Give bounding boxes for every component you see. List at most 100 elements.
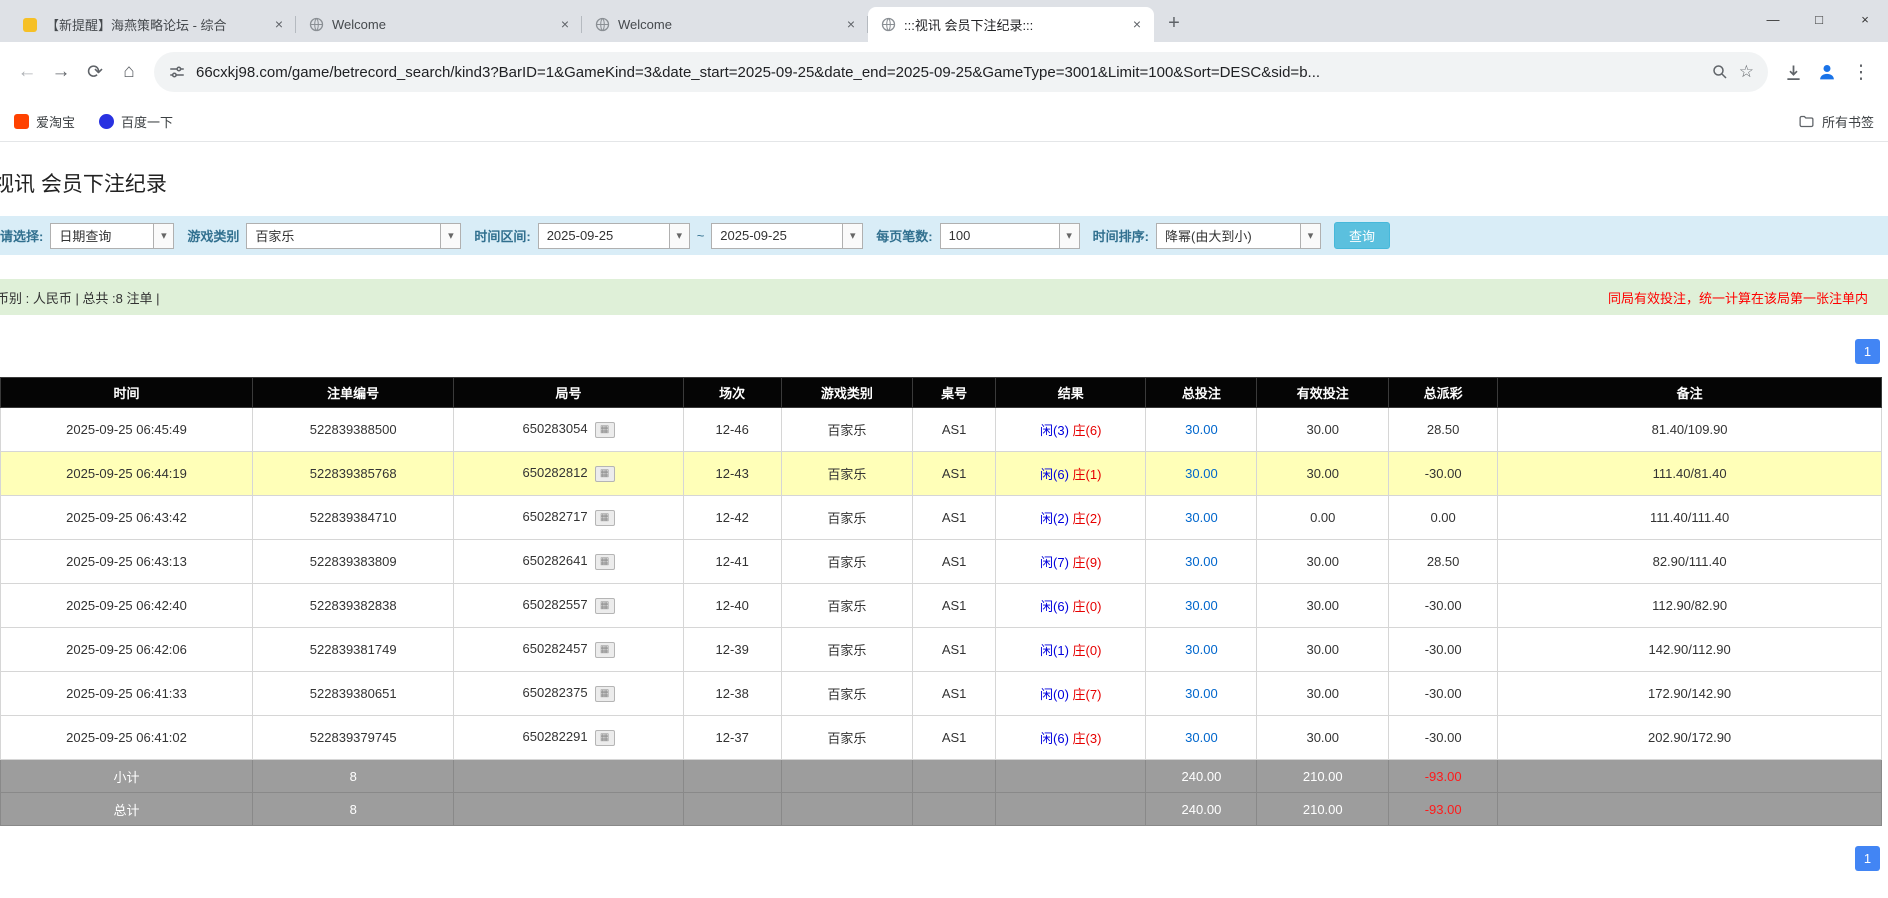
maximize-button[interactable]: □: [1796, 0, 1842, 38]
round-id-value: 650282557: [523, 597, 588, 612]
col-game-type: 游戏类别: [781, 378, 913, 408]
total-bet-link[interactable]: 30.00: [1185, 554, 1218, 569]
page-title: 视讯 会员下注纪录: [0, 168, 1888, 198]
total-bet-link[interactable]: 30.00: [1185, 642, 1218, 657]
cell-table-no: AS1: [913, 672, 996, 716]
cell-total-bet: 30.00: [1146, 408, 1257, 452]
sort-value: 降幂(由大到小): [1157, 224, 1300, 248]
back-icon[interactable]: ←: [10, 55, 44, 89]
tab-welcome-2[interactable]: Welcome ×: [582, 7, 868, 42]
query-type-label: 请选择:: [0, 226, 43, 245]
round-detail-icon[interactable]: ▦: [595, 466, 615, 482]
zoom-icon[interactable]: [1711, 63, 1729, 81]
chevron-down-icon[interactable]: ▾: [669, 224, 689, 248]
round-id-value: 650282717: [523, 509, 588, 524]
col-note: 备注: [1498, 378, 1882, 408]
round-detail-icon[interactable]: ▦: [595, 642, 615, 658]
chevron-down-icon[interactable]: ▾: [153, 224, 173, 248]
tab-forum[interactable]: 【新提醒】海燕策略论坛 - 综合 ×: [10, 7, 296, 42]
menu-icon[interactable]: ⋮: [1844, 55, 1878, 89]
address-bar[interactable]: 66cxkj98.com/game/betrecord_search/kind3…: [154, 52, 1768, 92]
chevron-down-icon[interactable]: ▾: [842, 224, 862, 248]
cell-game-type: 百家乐: [781, 584, 913, 628]
col-payout: 总派彩: [1389, 378, 1498, 408]
reload-icon[interactable]: ⟳: [78, 55, 112, 89]
cell-game-type: 百家乐: [781, 540, 913, 584]
cell-note: 111.40/111.40: [1498, 496, 1882, 540]
url-text[interactable]: 66cxkj98.com/game/betrecord_search/kind3…: [196, 64, 1701, 81]
query-type-select[interactable]: 日期查询 ▾: [50, 223, 174, 249]
total-bet-link[interactable]: 30.00: [1185, 466, 1218, 481]
downloads-icon[interactable]: [1776, 55, 1810, 89]
table-row: 2025-09-25 06:42:06 522839381749 6502824…: [1, 628, 1882, 672]
search-button[interactable]: 查询: [1334, 222, 1390, 249]
cell-bet-id: 522839379745: [253, 716, 454, 760]
cell-game-type: 百家乐: [781, 452, 913, 496]
subtotal-count: 8: [253, 760, 454, 793]
cell-total-bet: 30.00: [1146, 628, 1257, 672]
chevron-down-icon[interactable]: ▾: [1300, 224, 1320, 248]
page-size-select[interactable]: 100 ▾: [940, 223, 1080, 249]
all-bookmarks-button[interactable]: 所有书签: [1798, 112, 1874, 131]
cell-payout: -30.00: [1389, 716, 1498, 760]
tab-close-icon[interactable]: ×: [1128, 16, 1146, 34]
site-settings-icon[interactable]: [168, 63, 186, 81]
round-detail-icon[interactable]: ▦: [595, 598, 615, 614]
result-player: 闲(7): [1040, 555, 1069, 570]
cell-session: 12-41: [683, 540, 781, 584]
home-icon[interactable]: ⌂: [112, 55, 146, 89]
cell-total-bet: 30.00: [1146, 716, 1257, 760]
total-bet-link[interactable]: 30.00: [1185, 510, 1218, 525]
tab-welcome-1[interactable]: Welcome ×: [296, 7, 582, 42]
minimize-button[interactable]: —: [1750, 0, 1796, 38]
sort-select[interactable]: 降幂(由大到小) ▾: [1156, 223, 1321, 249]
date-end-select[interactable]: 2025-09-25 ▾: [711, 223, 863, 249]
chevron-down-icon[interactable]: ▾: [440, 224, 460, 248]
window-close-button[interactable]: ×: [1842, 0, 1888, 38]
forward-icon[interactable]: →: [44, 55, 78, 89]
currency-total-text: 币别 : 人民币 | 总共 :8 注单 |: [0, 288, 160, 307]
round-detail-icon[interactable]: ▦: [595, 686, 615, 702]
bookmark-star-icon[interactable]: ☆: [1739, 62, 1754, 82]
tab-close-icon[interactable]: ×: [270, 16, 288, 34]
game-type-select[interactable]: 百家乐 ▾: [246, 223, 461, 249]
bookmark-taobao[interactable]: 爱淘宝: [14, 112, 75, 131]
round-detail-icon[interactable]: ▦: [595, 730, 615, 746]
cell-note: 112.90/82.90: [1498, 584, 1882, 628]
total-bet-link[interactable]: 30.00: [1185, 730, 1218, 745]
total-bet-link[interactable]: 30.00: [1185, 686, 1218, 701]
date-start-select[interactable]: 2025-09-25 ▾: [538, 223, 690, 249]
forum-favicon: [22, 17, 38, 33]
round-detail-icon[interactable]: ▦: [595, 554, 615, 570]
cell-round-id: 650282291▦: [454, 716, 683, 760]
total-bet-link[interactable]: 30.00: [1185, 422, 1218, 437]
cell-payout: 28.50: [1389, 540, 1498, 584]
round-detail-icon[interactable]: ▦: [595, 422, 615, 438]
page-number-button[interactable]: 1: [1855, 339, 1880, 364]
sort-label: 时间排序:: [1093, 226, 1149, 245]
tab-bar: 【新提醒】海燕策略论坛 - 综合 × Welcome × Welcome × :…: [0, 0, 1888, 42]
tab-close-icon[interactable]: ×: [556, 16, 574, 34]
cell-valid-bet: 30.00: [1257, 540, 1389, 584]
page-number-button[interactable]: 1: [1855, 846, 1880, 871]
cell-time: 2025-09-25 06:41:33: [1, 672, 253, 716]
chevron-down-icon[interactable]: ▾: [1059, 224, 1079, 248]
round-detail-icon[interactable]: ▦: [595, 510, 615, 526]
cell-table-no: AS1: [913, 584, 996, 628]
new-tab-button[interactable]: +: [1160, 10, 1188, 38]
col-session: 场次: [683, 378, 781, 408]
cell-valid-bet: 30.00: [1257, 452, 1389, 496]
cell-result: 闲(1) 庄(0): [995, 628, 1145, 672]
cell-round-id: 650282812▦: [454, 452, 683, 496]
total-label: 总计: [1, 793, 253, 826]
cell-valid-bet: 30.00: [1257, 628, 1389, 672]
bookmark-baidu[interactable]: 百度一下: [99, 112, 173, 131]
taobao-icon: [14, 114, 29, 129]
total-bet-link[interactable]: 30.00: [1185, 598, 1218, 613]
tab-close-icon[interactable]: ×: [842, 16, 860, 34]
result-banker: 庄(2): [1073, 511, 1102, 526]
cell-game-type: 百家乐: [781, 496, 913, 540]
profile-icon[interactable]: [1810, 55, 1844, 89]
total-valid-bet: 210.00: [1257, 793, 1389, 826]
tab-bet-record-active[interactable]: :::视讯 会员下注纪录::: ×: [868, 7, 1154, 42]
